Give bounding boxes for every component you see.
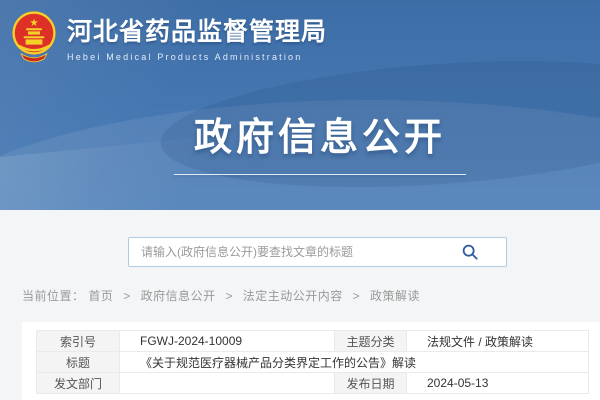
breadcrumb-item-home[interactable]: 首页 (88, 289, 113, 303)
org-name-cn: 河北省药品监督管理局 (67, 12, 327, 48)
site-logo[interactable]: ★ 河北省药品监督管理局 Hebei Medical Products Admi… (10, 9, 327, 65)
banner-underline (174, 174, 466, 175)
site-header: ★ 河北省药品监督管理局 Hebei Medical Products Admi… (0, 0, 600, 210)
page: ★ 河北省药品监督管理局 Hebei Medical Products Admi… (0, 0, 600, 400)
banner: 政府信息公开 (0, 106, 600, 175)
issuing-department-label: 发文部门 (37, 373, 120, 394)
national-emblem-icon: ★ (10, 9, 58, 65)
breadcrumb-item-policy-interpretation[interactable]: 政策解读 (370, 289, 420, 303)
table-row: 索引号 FGWJ-2024-10009 主题分类 法规文件 / 政策解读 (37, 331, 589, 352)
search-bar (128, 237, 507, 267)
page-title: 政府信息公开 (40, 106, 600, 161)
org-name-en: Hebei Medical Products Administration (67, 52, 327, 62)
breadcrumb-separator: > (353, 289, 361, 303)
breadcrumb-prefix: 当前位置： (22, 289, 85, 303)
search-button[interactable] (457, 240, 483, 264)
title-value: 《关于规范医疗器械产品分类界定工作的公告》解读 (120, 352, 589, 373)
publish-date-value: 2024-05-13 (407, 373, 589, 394)
issuing-department-value (120, 373, 335, 394)
search-icon (461, 243, 479, 261)
breadcrumb-separator: > (225, 289, 233, 303)
title-label: 标题 (37, 352, 120, 373)
breadcrumb-item-statutory-disclosure[interactable]: 法定主动公开内容 (243, 289, 343, 303)
search-input[interactable] (128, 237, 507, 267)
svg-text:★: ★ (29, 18, 38, 29)
topic-category-label: 主题分类 (335, 331, 407, 352)
index-number-value: FGWJ-2024-10009 (120, 331, 335, 352)
breadcrumb-separator: > (123, 289, 131, 303)
detail-table: 索引号 FGWJ-2024-10009 主题分类 法规文件 / 政策解读 标题 … (36, 330, 589, 394)
breadcrumb-item-gov-info[interactable]: 政府信息公开 (141, 289, 216, 303)
content-area: 当前位置： 首页 > 政府信息公开 > 法定主动公开内容 > 政策解读 索引号 … (0, 210, 600, 400)
index-number-label: 索引号 (37, 331, 120, 352)
breadcrumb: 当前位置： 首页 > 政府信息公开 > 法定主动公开内容 > 政策解读 (22, 287, 420, 304)
table-row: 标题 《关于规范医疗器械产品分类界定工作的公告》解读 (37, 352, 589, 373)
topic-category-value: 法规文件 / 政策解读 (407, 331, 589, 352)
publish-date-label: 发布日期 (335, 373, 407, 394)
org-names: 河北省药品监督管理局 Hebei Medical Products Admini… (67, 12, 327, 62)
detail-card: 索引号 FGWJ-2024-10009 主题分类 法规文件 / 政策解读 标题 … (22, 322, 600, 400)
table-row: 发文部门 发布日期 2024-05-13 (37, 373, 589, 394)
